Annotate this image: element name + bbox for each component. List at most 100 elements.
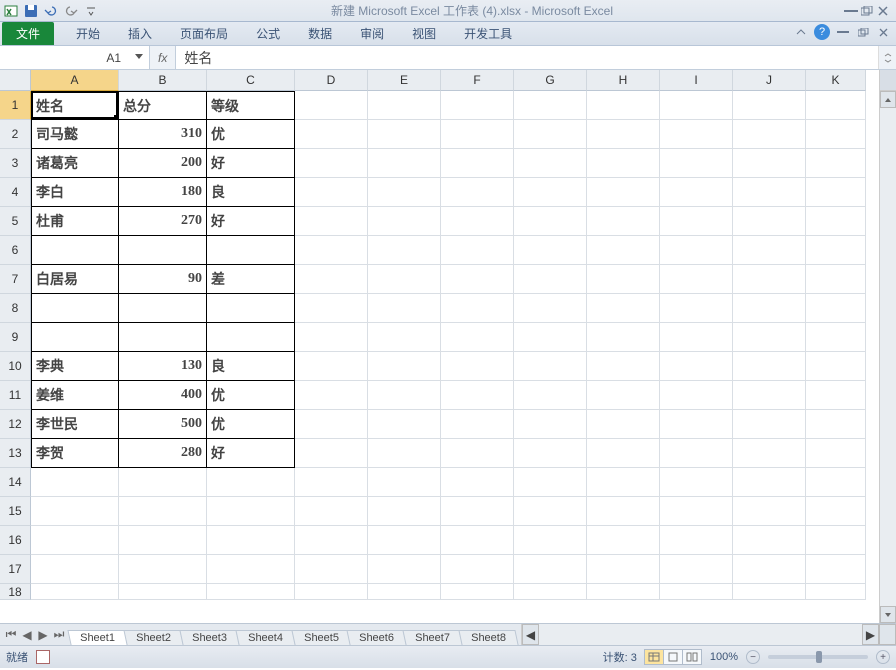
column-header[interactable]: G (514, 70, 587, 91)
cell[interactable] (733, 120, 806, 149)
cell[interactable] (368, 91, 441, 120)
tab-first-icon[interactable]: ⏮ (4, 628, 18, 642)
cell[interactable] (660, 497, 733, 526)
cell[interactable]: 270 (119, 207, 207, 236)
cell[interactable] (587, 236, 660, 265)
cell[interactable] (31, 526, 119, 555)
tab-prev-icon[interactable]: ◀ (20, 628, 34, 642)
sheet-tab[interactable]: Sheet4 (235, 630, 295, 645)
cell[interactable] (119, 323, 207, 352)
sheet-tab[interactable]: Sheet2 (123, 630, 183, 645)
cell[interactable] (441, 381, 514, 410)
cell[interactable] (441, 352, 514, 381)
sheet-tab[interactable]: Sheet1 (67, 630, 127, 645)
cell[interactable] (295, 352, 368, 381)
cell[interactable] (207, 497, 295, 526)
row-header[interactable]: 9 (0, 323, 31, 352)
file-tab[interactable]: 文件 (2, 22, 54, 45)
cell[interactable]: 130 (119, 352, 207, 381)
cell[interactable] (660, 410, 733, 439)
formula-expand-icon[interactable] (878, 46, 896, 69)
cell[interactable] (295, 526, 368, 555)
row-header[interactable]: 7 (0, 265, 31, 294)
cell[interactable] (514, 294, 587, 323)
column-header[interactable]: E (368, 70, 441, 91)
chevron-down-icon[interactable] (135, 54, 143, 59)
cell[interactable] (514, 323, 587, 352)
cell[interactable] (295, 265, 368, 294)
row-header[interactable]: 5 (0, 207, 31, 236)
cell[interactable] (806, 91, 866, 120)
cell[interactable] (514, 207, 587, 236)
cell[interactable] (514, 381, 587, 410)
row-header[interactable]: 17 (0, 555, 31, 584)
restore-icon[interactable] (860, 4, 874, 18)
page-break-view-icon[interactable] (682, 649, 702, 665)
sheet-tab[interactable]: Sheet3 (179, 630, 239, 645)
row-header[interactable]: 13 (0, 439, 31, 468)
row-header[interactable]: 4 (0, 178, 31, 207)
cell[interactable] (514, 555, 587, 584)
cell[interactable] (733, 410, 806, 439)
cell[interactable] (660, 178, 733, 207)
normal-view-icon[interactable] (644, 649, 664, 665)
cell[interactable] (587, 149, 660, 178)
cell[interactable] (587, 526, 660, 555)
cell[interactable] (806, 584, 866, 600)
cell[interactable] (514, 526, 587, 555)
cell[interactable]: 200 (119, 149, 207, 178)
redo-icon[interactable] (62, 3, 80, 19)
cell[interactable] (733, 439, 806, 468)
ribbon-tab[interactable]: 开始 (62, 22, 114, 45)
cell[interactable] (733, 497, 806, 526)
cell[interactable] (295, 178, 368, 207)
cell[interactable] (733, 584, 806, 600)
cell[interactable] (514, 410, 587, 439)
cell[interactable] (31, 555, 119, 584)
cell[interactable] (733, 149, 806, 178)
horizontal-scrollbar[interactable]: ◀ ▶ (521, 624, 896, 645)
cell[interactable] (207, 584, 295, 600)
column-header[interactable]: H (587, 70, 660, 91)
cell[interactable] (441, 497, 514, 526)
cell[interactable] (441, 236, 514, 265)
scroll-up-icon[interactable] (880, 91, 896, 108)
cell[interactable]: 280 (119, 439, 207, 468)
column-header[interactable]: K (806, 70, 866, 91)
cell[interactable] (514, 149, 587, 178)
cell[interactable] (514, 352, 587, 381)
cell[interactable]: 司马懿 (31, 120, 119, 149)
cell[interactable] (119, 236, 207, 265)
cell[interactable] (441, 120, 514, 149)
cell[interactable] (368, 555, 441, 584)
wb-minimize-icon[interactable] (836, 25, 850, 39)
cell[interactable] (295, 323, 368, 352)
cell[interactable] (514, 236, 587, 265)
cell[interactable] (733, 91, 806, 120)
cell[interactable] (295, 91, 368, 120)
row-header[interactable]: 8 (0, 294, 31, 323)
column-header[interactable]: I (660, 70, 733, 91)
cell[interactable] (295, 410, 368, 439)
cell[interactable]: 李白 (31, 178, 119, 207)
cell[interactable]: 好 (207, 439, 295, 468)
cell[interactable] (295, 236, 368, 265)
cell[interactable] (368, 439, 441, 468)
cell[interactable] (119, 468, 207, 497)
cell[interactable] (587, 381, 660, 410)
name-box[interactable]: A1 (0, 46, 150, 69)
cell[interactable] (660, 468, 733, 497)
cell[interactable] (806, 352, 866, 381)
ribbon-tab[interactable]: 插入 (114, 22, 166, 45)
qat-customize-icon[interactable] (82, 3, 100, 19)
row-header[interactable]: 16 (0, 526, 31, 555)
row-header[interactable]: 18 (0, 584, 31, 600)
column-header[interactable]: A (31, 70, 119, 91)
cell[interactable] (514, 265, 587, 294)
tab-next-icon[interactable]: ▶ (36, 628, 50, 642)
cell[interactable]: 白居易 (31, 265, 119, 294)
cell[interactable] (368, 178, 441, 207)
vscroll-split[interactable] (879, 70, 896, 91)
cell[interactable] (806, 265, 866, 294)
cell[interactable]: 李世民 (31, 410, 119, 439)
